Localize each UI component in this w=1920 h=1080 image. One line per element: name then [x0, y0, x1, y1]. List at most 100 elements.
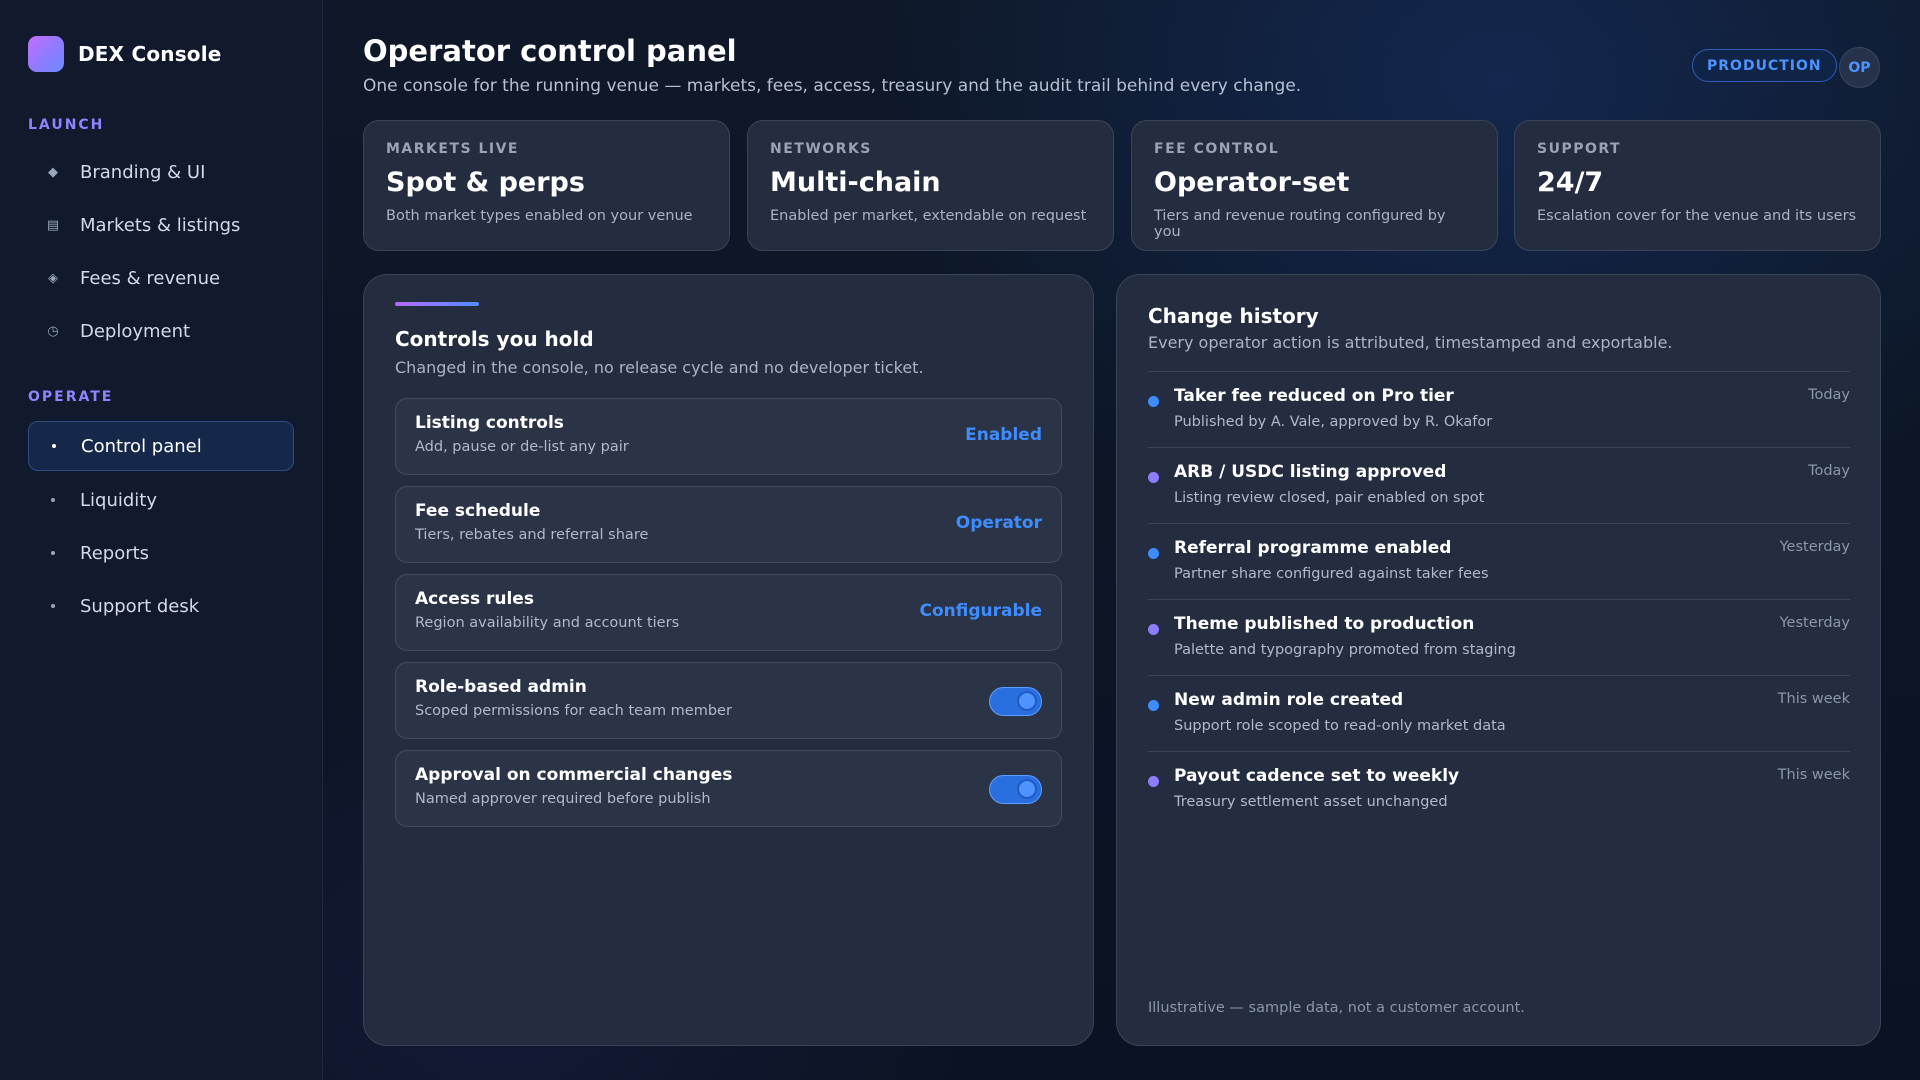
- sidebar-item-reports[interactable]: Reports: [28, 529, 294, 577]
- environment-badge[interactable]: PRODUCTION: [1692, 49, 1837, 82]
- history-title: Change history: [1148, 304, 1319, 328]
- sidebar-item-label: Deployment: [80, 320, 191, 342]
- app-logo: [28, 36, 64, 72]
- status-dot: [1148, 396, 1159, 407]
- diamond-icon: ◆: [48, 164, 58, 180]
- history-item-time: Today: [1808, 463, 1850, 479]
- history-item-title: Theme published to production: [1174, 614, 1475, 634]
- control-status[interactable]: Configurable: [919, 601, 1042, 621]
- history-item-description: Listing review closed, pair enabled on s…: [1174, 490, 1485, 506]
- control-title: Approval on commercial changes: [415, 765, 733, 785]
- bullet-icon: [46, 551, 60, 555]
- history-subtitle: Every operator action is attributed, tim…: [1148, 333, 1673, 352]
- stat-value: Multi-chain: [770, 167, 941, 198]
- avatar[interactable]: OP: [1839, 47, 1880, 88]
- stat-label: FEE CONTROL: [1154, 141, 1280, 157]
- stat-label: NETWORKS: [770, 141, 872, 157]
- history-item-title: Taker fee reduced on Pro tier: [1174, 386, 1454, 406]
- history-item[interactable]: ARB / USDC listing approved Listing revi…: [1148, 447, 1850, 523]
- sidebar-item-label: Liquidity: [80, 489, 158, 511]
- history-item[interactable]: Theme published to production Palette an…: [1148, 599, 1850, 675]
- app-name: DEX Console: [78, 42, 222, 66]
- nav-section-operate: OPERATE: [28, 389, 114, 405]
- stat-label: MARKETS LIVE: [386, 141, 519, 157]
- sidebar-item-deployment[interactable]: ◷ Deployment: [28, 307, 294, 355]
- page-title: Operator control panel: [363, 34, 737, 68]
- stat-value: 24/7: [1537, 167, 1604, 198]
- control-status[interactable]: Enabled: [965, 425, 1042, 445]
- history-item-description: Support role scoped to read-only market …: [1174, 718, 1506, 734]
- sidebar-item-fees[interactable]: ◈ Fees & revenue: [28, 254, 294, 302]
- bullet-icon: [46, 604, 60, 608]
- history-panel: Change history Every operator action is …: [1116, 274, 1881, 1046]
- sidebar-item-label: Control panel: [81, 435, 202, 457]
- toggle-knob: [1017, 691, 1037, 711]
- control-row-fee-schedule[interactable]: Fee schedule Tiers, rebates and referral…: [395, 486, 1062, 563]
- role-admin-toggle[interactable]: [989, 687, 1042, 716]
- history-item[interactable]: Taker fee reduced on Pro tier Published …: [1148, 371, 1850, 447]
- sidebar-item-liquidity[interactable]: Liquidity: [28, 476, 294, 524]
- history-item-title: New admin role created: [1174, 690, 1404, 710]
- control-row-role-admin: Role-based admin Scoped permissions for …: [395, 662, 1062, 739]
- sidebar: DEX Console LAUNCH ◆ Branding & UI ▤ Mar…: [0, 0, 323, 1080]
- control-title: Fee schedule: [415, 501, 541, 521]
- status-dot: [1148, 624, 1159, 635]
- bullet-icon: [47, 444, 61, 448]
- page-subtitle: One console for the running venue — mark…: [363, 76, 1302, 96]
- history-item-time: This week: [1777, 767, 1850, 783]
- sidebar-item-label: Reports: [80, 542, 150, 564]
- brand[interactable]: DEX Console: [28, 36, 222, 72]
- stat-description: Tiers and revenue routing configured by …: [1154, 208, 1446, 240]
- accent-bar: [395, 302, 479, 306]
- diamond-outline-icon: ◈: [48, 270, 58, 286]
- history-list: Taker fee reduced on Pro tier Published …: [1148, 371, 1850, 827]
- stat-card-networks: NETWORKS Multi-chain Enabled per market,…: [747, 120, 1114, 251]
- history-item[interactable]: Referral programme enabled Partner share…: [1148, 523, 1850, 599]
- toggle-knob: [1017, 779, 1037, 799]
- history-item-description: Published by A. Vale, approved by R. Oka…: [1174, 414, 1493, 430]
- control-row-approval: Approval on commercial changes Named app…: [395, 750, 1062, 827]
- bullet-icon: [46, 498, 60, 502]
- sidebar-item-branding[interactable]: ◆ Branding & UI: [28, 148, 294, 196]
- nav-section-launch: LAUNCH: [28, 117, 105, 133]
- stat-description: Escalation cover for the venue and its u…: [1537, 208, 1857, 224]
- stat-description: Both market types enabled on your venue: [386, 208, 693, 224]
- status-dot: [1148, 548, 1159, 559]
- list-icon: ▤: [46, 217, 60, 233]
- control-row-listing[interactable]: Listing controls Add, pause or de-list a…: [395, 398, 1062, 475]
- approval-toggle[interactable]: [989, 775, 1042, 804]
- history-item-description: Palette and typography promoted from sta…: [1174, 642, 1516, 658]
- controls-panel: Controls you hold Changed in the console…: [363, 274, 1094, 1046]
- stat-label: SUPPORT: [1537, 141, 1622, 157]
- control-description: Tiers, rebates and referral share: [415, 527, 649, 543]
- sidebar-item-support-desk[interactable]: Support desk: [28, 582, 294, 630]
- status-dot: [1148, 472, 1159, 483]
- status-dot: [1148, 776, 1159, 787]
- sidebar-item-label: Branding & UI: [80, 161, 206, 183]
- sidebar-item-label: Fees & revenue: [80, 267, 221, 289]
- stat-card-support: SUPPORT 24/7 Escalation cover for the ve…: [1514, 120, 1881, 251]
- sidebar-item-control-panel[interactable]: Control panel: [28, 421, 294, 471]
- history-item-description: Partner share configured against taker f…: [1174, 566, 1489, 582]
- history-item-time: This week: [1777, 691, 1850, 707]
- history-item-title: Referral programme enabled: [1174, 538, 1452, 558]
- stat-value: Spot & perps: [386, 167, 585, 198]
- control-status[interactable]: Operator: [956, 513, 1042, 533]
- history-item[interactable]: New admin role created Support role scop…: [1148, 675, 1850, 751]
- history-item-title: ARB / USDC listing approved: [1174, 462, 1447, 482]
- history-item-time: Yesterday: [1779, 539, 1850, 555]
- history-item-time: Today: [1808, 387, 1850, 403]
- history-item-title: Payout cadence set to weekly: [1174, 766, 1460, 786]
- sidebar-item-label: Markets & listings: [80, 214, 241, 236]
- history-item[interactable]: Payout cadence set to weekly Treasury se…: [1148, 751, 1850, 827]
- control-description: Scoped permissions for each team member: [415, 703, 732, 719]
- stat-card-markets: MARKETS LIVE Spot & perps Both market ty…: [363, 120, 730, 251]
- control-row-access-rules[interactable]: Access rules Region availability and acc…: [395, 574, 1062, 651]
- stat-value: Operator-set: [1154, 167, 1350, 198]
- history-item-description: Treasury settlement asset unchanged: [1174, 794, 1448, 810]
- history-item-time: Yesterday: [1779, 615, 1850, 631]
- sidebar-item-markets[interactable]: ▤ Markets & listings: [28, 201, 294, 249]
- controls-subtitle: Changed in the console, no release cycle…: [395, 358, 924, 377]
- clock-icon: ◷: [47, 323, 59, 339]
- sidebar-item-label: Support desk: [80, 595, 200, 617]
